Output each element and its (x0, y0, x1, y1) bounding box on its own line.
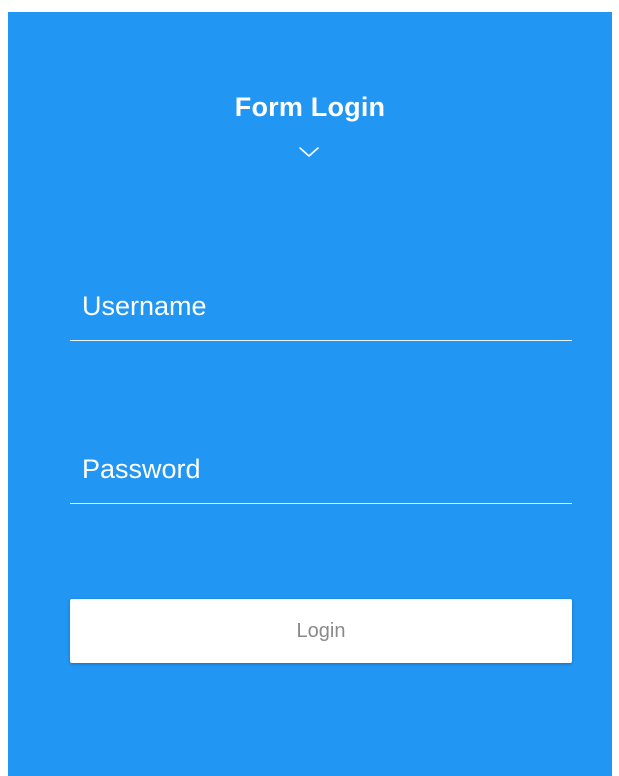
password-input[interactable] (70, 436, 572, 503)
username-field (70, 272, 572, 341)
password-field (70, 436, 572, 504)
username-input[interactable] (70, 272, 572, 340)
form-title: Form Login (234, 92, 386, 122)
chevron-down-icon[interactable] (298, 145, 320, 159)
login-button[interactable]: Login (70, 599, 572, 663)
login-panel: Form Login Login (8, 12, 612, 776)
